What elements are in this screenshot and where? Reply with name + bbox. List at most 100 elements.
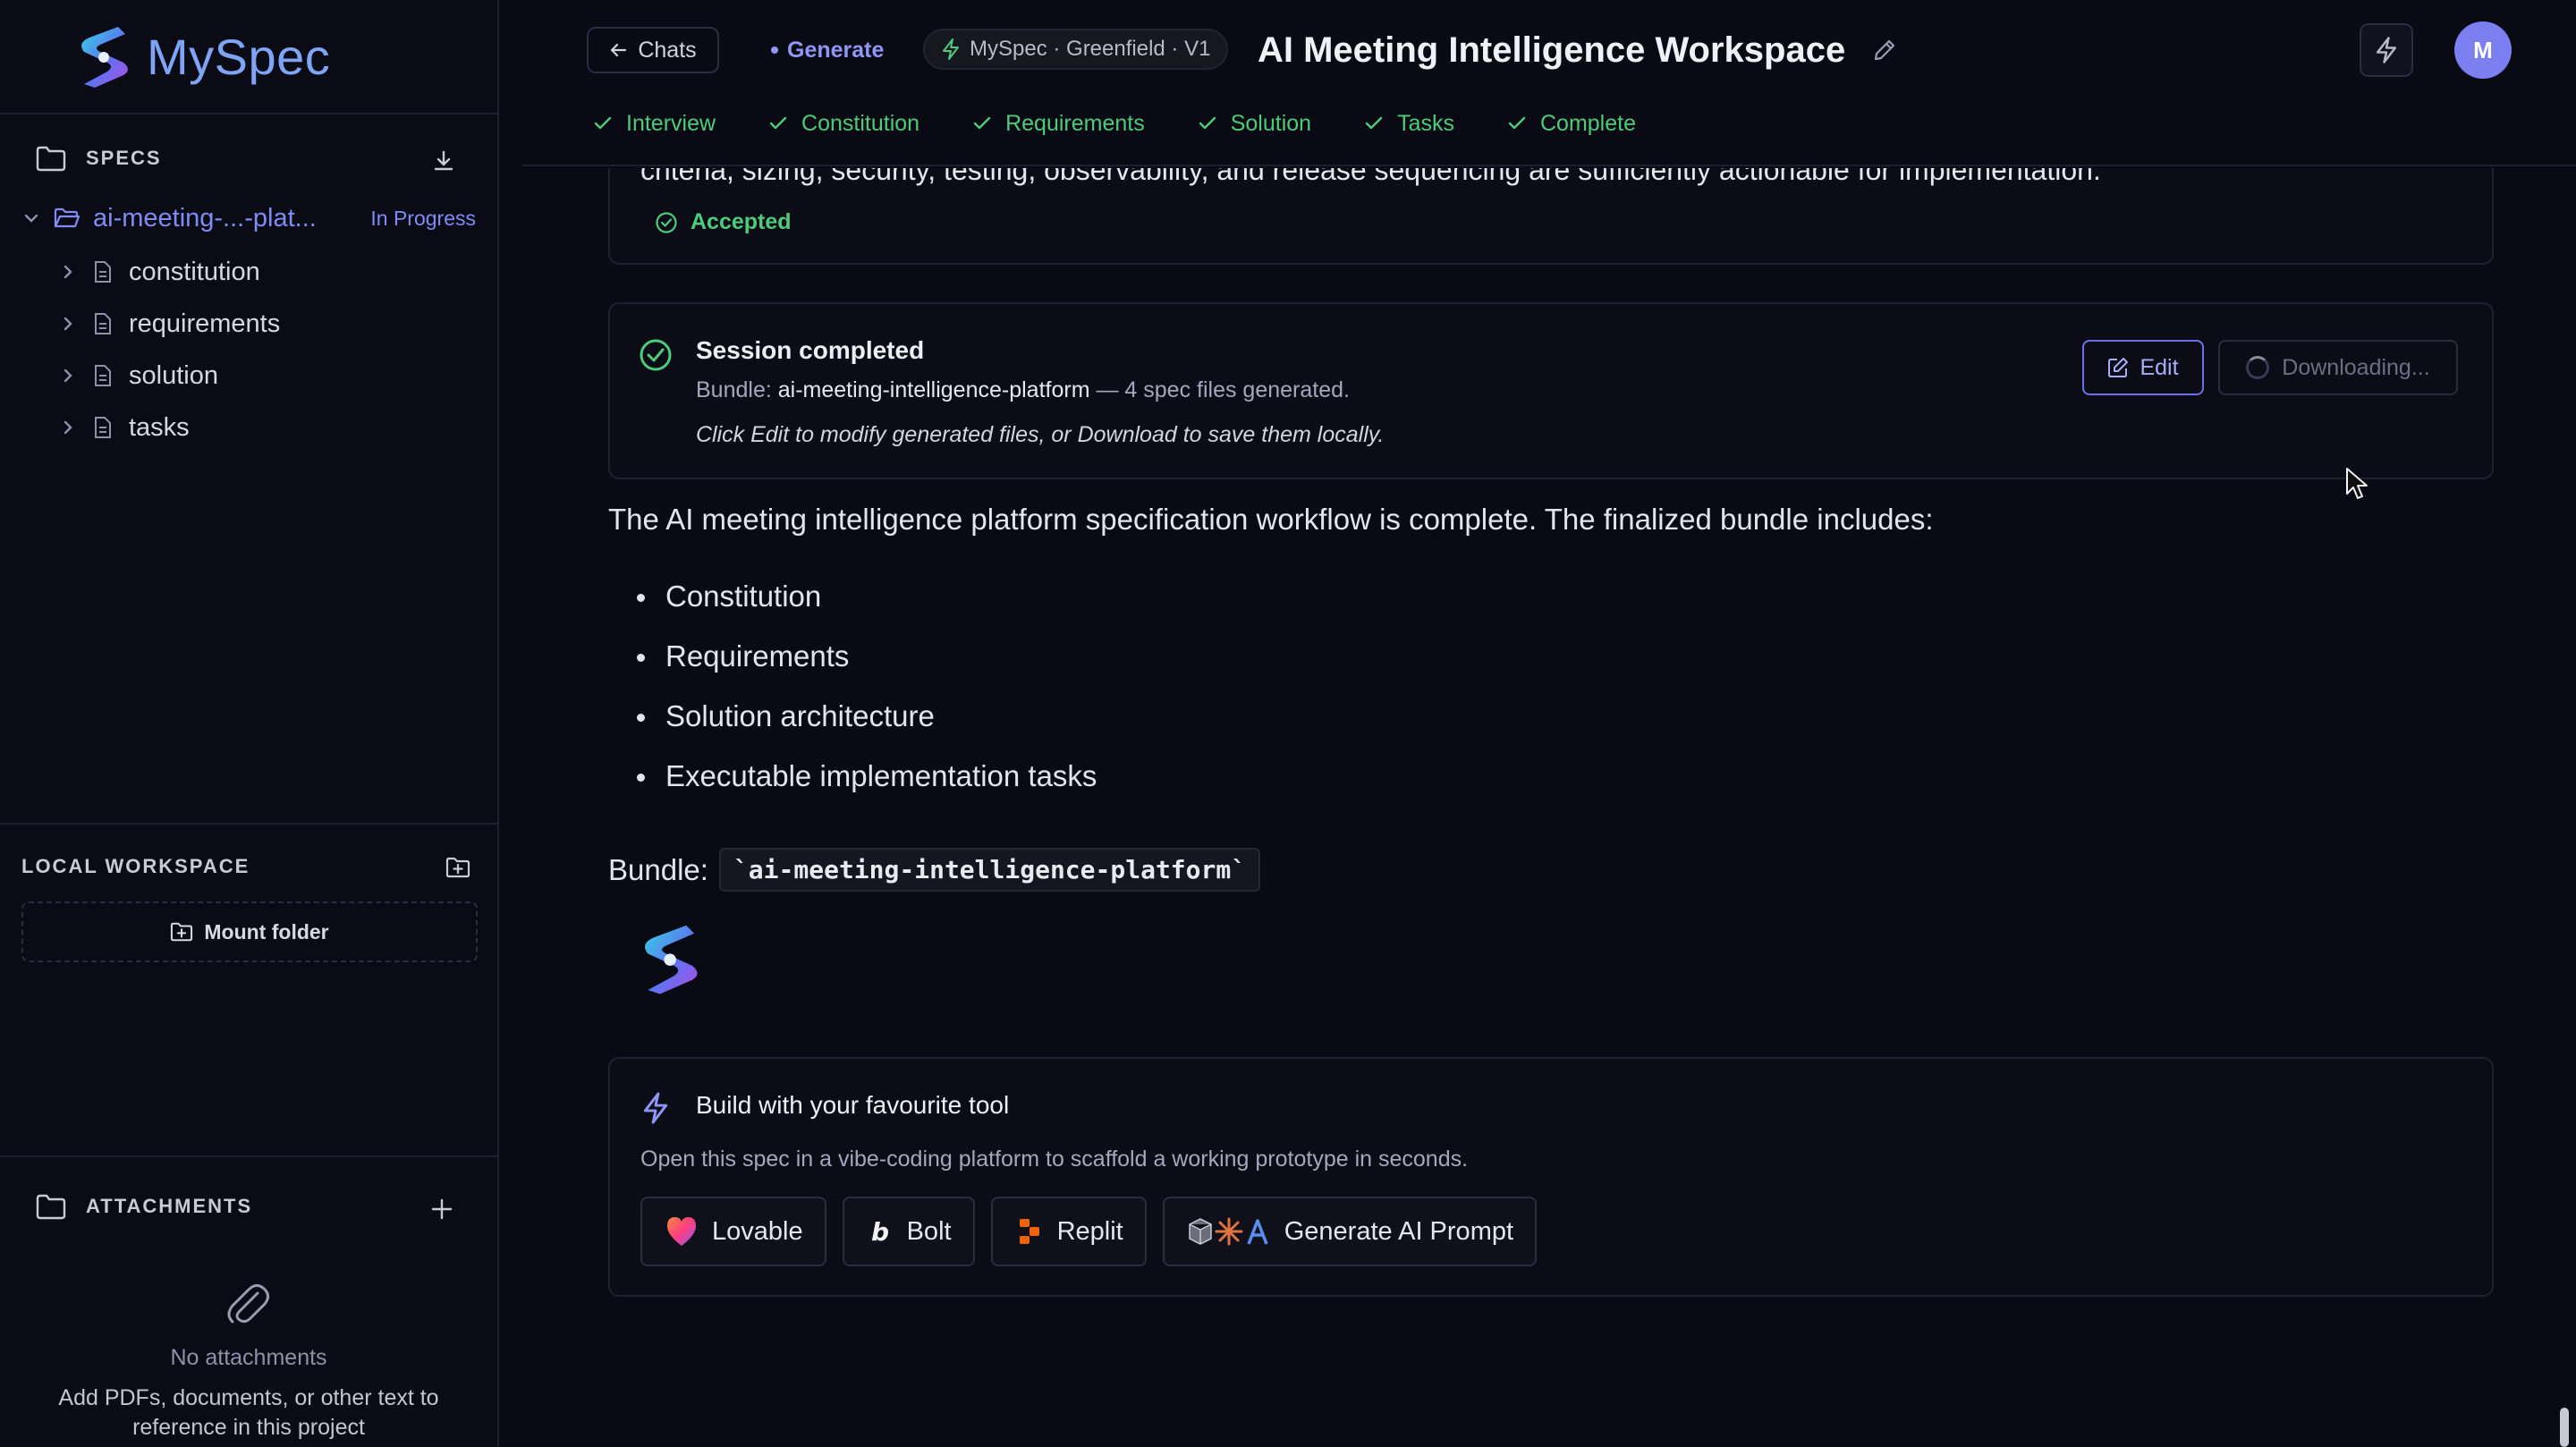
spec-item-label: tasks: [129, 412, 190, 442]
bundle-prefix: Bundle:: [696, 377, 772, 402]
spec-item-requirements[interactable]: requirements: [59, 304, 280, 343]
list-item: Constitution: [630, 580, 1097, 639]
step-interview[interactable]: Interview: [594, 111, 716, 137]
spec-item-constitution[interactable]: constitution: [59, 252, 260, 292]
lovable-button[interactable]: Lovable: [640, 1197, 826, 1266]
session-hint: Click Edit to modify generated files, or…: [696, 422, 1385, 447]
chevron-right-icon: [64, 420, 72, 435]
add-attachment-button[interactable]: [424, 1191, 460, 1227]
workspace-section-header: LOCAL WORKSPACE: [21, 855, 250, 878]
attachments-empty-state: No attachments Add PDFs, documents, or o…: [0, 1274, 497, 1443]
step-label: Requirements: [1005, 110, 1145, 136]
user-avatar[interactable]: M: [2454, 21, 2512, 79]
file-icon: [95, 261, 111, 283]
mount-folder-button[interactable]: Mount folder: [21, 901, 478, 962]
back-to-chats-button[interactable]: Chats: [587, 27, 719, 73]
list-item: Executable implementation tasks: [630, 759, 1097, 819]
folder-plus-icon: [445, 857, 470, 878]
step-requirements[interactable]: Requirements: [973, 111, 1145, 137]
attachments-heading: ATTACHMENTS: [86, 1195, 253, 1217]
check-icon: [1199, 116, 1216, 130]
bolt-icon: [643, 1092, 668, 1124]
replit-icon: [1019, 1219, 1039, 1244]
folder-icon: [36, 1194, 66, 1220]
brand-name: MySpec: [147, 28, 331, 85]
bolt-icon: [943, 38, 959, 60]
attachments-section-header: ATTACHMENTS: [36, 1193, 252, 1220]
top-header: Chats Generate MySpec · Greenfield · V1 …: [522, 0, 2576, 166]
file-icon: [95, 313, 111, 334]
folder-open-icon: [54, 207, 80, 228]
step-label: Complete: [1539, 110, 1636, 136]
bundle-label: Bundle:: [608, 852, 708, 886]
step-label: Constitution: [801, 110, 920, 136]
quick-action-button[interactable]: [2360, 23, 2413, 77]
pencil-icon[interactable]: [1872, 38, 1897, 63]
accepted-badge: Accepted: [655, 209, 792, 235]
edit-button[interactable]: Edit: [2082, 340, 2204, 395]
attachments-empty-desc: Add PDFs, documents, or other text to re…: [58, 1385, 439, 1440]
assistant-message-text: The AI meeting intelligence platform spe…: [608, 503, 1934, 536]
bundle-suffix: — 4 spec files generated.: [1096, 377, 1350, 402]
specs-section-header: SPECS: [36, 145, 162, 172]
step-solution[interactable]: Solution: [1199, 111, 1311, 137]
spec-status-badge: In Progress: [370, 206, 476, 230]
generate-tab[interactable]: Generate: [771, 34, 884, 66]
plus-icon: [431, 1198, 453, 1220]
bolt-button[interactable]: b Bolt: [842, 1197, 975, 1266]
paperclip-icon: [227, 1283, 269, 1324]
chevron-right-icon: [64, 368, 72, 383]
ai-tools-icon: [1188, 1217, 1268, 1246]
generate-ai-prompt-button[interactable]: Generate AI Prompt: [1162, 1197, 1538, 1266]
step-label: Tasks: [1397, 110, 1454, 136]
add-folder-button[interactable]: [440, 850, 476, 885]
bolt-icon: [2376, 37, 2397, 63]
attachments-empty-title: No attachments: [170, 1345, 327, 1370]
check-icon: [973, 116, 991, 130]
scrollbar-thumb[interactable]: [2560, 1408, 2569, 1447]
file-icon: [95, 365, 111, 386]
step-complete[interactable]: Complete: [1508, 111, 1636, 137]
bundle-line: Bundle: `ai-meeting-intelligence-platfor…: [608, 848, 1261, 892]
chat-content[interactable]: criteria, sizing, security, testing, obs…: [522, 168, 2576, 1447]
bundle-code: `ai-meeting-intelligence-platform`: [718, 848, 1261, 892]
download-button[interactable]: Downloading...: [2218, 340, 2458, 395]
step-tasks[interactable]: Tasks: [1365, 111, 1454, 137]
spec-item-label: requirements: [129, 309, 281, 338]
brand-logo[interactable]: MySpec: [72, 20, 330, 93]
accepted-message-card: criteria, sizing, security, testing, obs…: [608, 168, 2494, 265]
myspec-logo-icon: [81, 27, 128, 88]
mouse-cursor-icon: [2346, 468, 2368, 499]
session-completed-card: Session completed Bundle: ai-meeting-int…: [608, 302, 2494, 479]
spec-item-label: constitution: [129, 257, 260, 286]
workspace-title-group: AI Meeting Intelligence Workspace: [1258, 27, 1897, 73]
tool-label: Bolt: [906, 1216, 952, 1246]
assistant-logo-icon: [645, 925, 698, 994]
spec-root-label: ai-meeting-...-plat...: [93, 203, 317, 233]
check-icon: [594, 116, 612, 130]
project-pill[interactable]: MySpec · Greenfield · V1: [923, 29, 1229, 70]
chevron-down-icon: [24, 214, 38, 223]
tool-label: Generate AI Prompt: [1284, 1216, 1514, 1246]
replit-button[interactable]: Replit: [990, 1197, 1147, 1266]
spec-item-tasks[interactable]: tasks: [59, 408, 190, 447]
check-icon: [769, 116, 787, 130]
session-bundle-line: Bundle: ai-meeting-intelligence-platform…: [696, 377, 1350, 403]
specs-heading: SPECS: [86, 147, 162, 169]
chevron-right-icon: [64, 317, 72, 331]
workflow-steps: Interview Constitution Requirements Solu…: [594, 106, 1690, 141]
spec-tree-root[interactable]: ai-meeting-...-plat... In Progress: [21, 199, 478, 238]
check-circle-icon: [640, 339, 672, 371]
session-title: Session completed: [696, 336, 925, 364]
folder-icon: [36, 146, 66, 172]
step-constitution[interactable]: Constitution: [769, 111, 919, 137]
bundle-name: ai-meeting-intelligence-platform: [777, 377, 1090, 402]
build-tools-card: Build with your favourite tool Open this…: [608, 1057, 2494, 1297]
sidebar: MySpec SPECS ai-meeting-...-plat... In P…: [0, 0, 499, 1447]
download-specs-button[interactable]: [426, 143, 462, 179]
svg-text:b: b: [871, 1217, 889, 1247]
attachments-divider: [0, 1155, 497, 1157]
workspace-divider: [0, 823, 497, 825]
spec-item-solution[interactable]: solution: [59, 356, 218, 395]
file-icon: [95, 417, 111, 438]
